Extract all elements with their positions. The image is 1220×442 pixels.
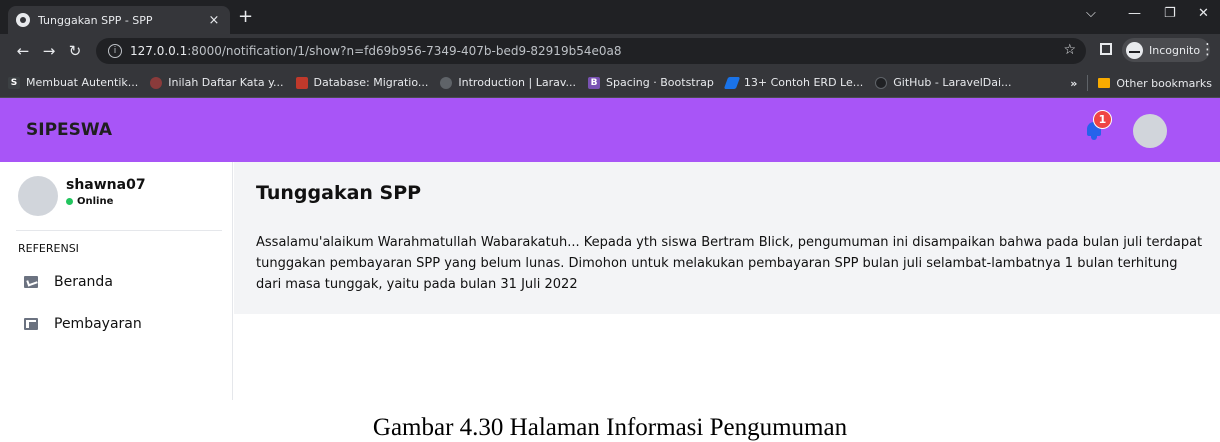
incognito-label: Incognito (1149, 43, 1201, 57)
divider (1087, 75, 1089, 91)
site-info-icon[interactable]: i (108, 44, 122, 58)
reload-icon[interactable]: ↻ (62, 42, 88, 60)
notification-message: Assalamu'alaikum Warahmatullah Wabarakat… (256, 235, 1203, 292)
forward-icon[interactable]: → (36, 42, 62, 60)
folder-icon (1098, 78, 1111, 88)
github-icon (875, 76, 888, 89)
globe-icon (16, 13, 30, 27)
more-bookmarks-button[interactable]: » (1070, 77, 1077, 90)
bookmark-item[interactable]: GitHub - LaravelDai... (875, 76, 1012, 89)
bookmark-label: GitHub - LaravelDai... (893, 76, 1012, 89)
bookmark-favicon-icon: S (8, 76, 20, 89)
presentation-chart-icon (24, 276, 38, 288)
bookmark-item[interactable]: 13+ Contoh ERD Le... (723, 76, 864, 89)
browser-window: Tunggakan SPP - SPP × + ⌵ — ❐ ✕ ← → ↻ i … (0, 0, 1220, 400)
incognito-indicator[interactable]: Incognito (1122, 38, 1211, 62)
bookmark-label: Inilah Daftar Kata y... (168, 76, 284, 89)
url-host: 127.0.0.1 (130, 44, 188, 58)
new-tab-button[interactable]: + (238, 7, 253, 27)
bookmark-favicon-icon (723, 76, 741, 89)
bookmark-item[interactable]: B Spacing · Bootstrap (588, 76, 714, 89)
browser-menu-icon[interactable]: ⋮ (1200, 40, 1215, 58)
address-toolbar: ← → ↻ i 127.0.0.1 :8000/notification/1/s… (0, 34, 1220, 68)
online-dot-icon (66, 198, 73, 205)
bookmark-item[interactable]: Database: Migratio... (295, 76, 429, 89)
globe-icon (440, 76, 453, 89)
app-page: SIPESWA 1 shawna07 Online REFERENSI Bera… (0, 98, 1220, 400)
bookmarks-bar: S Membuat Autentik... Inilah Daftar Kata… (0, 68, 1220, 98)
sidebar-item-label: Beranda (54, 274, 113, 290)
bookmark-label: Membuat Autentik... (26, 76, 139, 89)
brand-logo[interactable]: SIPESWA (26, 120, 112, 140)
bookmark-star-icon[interactable]: ☆ (1063, 42, 1076, 58)
bookmark-item[interactable]: Inilah Daftar Kata y... (150, 76, 284, 89)
bookmark-favicon-icon (150, 76, 163, 89)
divider (16, 230, 222, 231)
sidebar-item-beranda[interactable]: Beranda (24, 274, 113, 290)
tab-strip: Tunggakan SPP - SPP × + ⌵ — ❐ ✕ (0, 0, 1220, 34)
sidebar-item-pembayaran[interactable]: Pembayaran (24, 316, 142, 332)
laravel-icon (295, 76, 308, 89)
bootstrap-icon: B (588, 76, 600, 89)
browser-tab[interactable]: Tunggakan SPP - SPP × (8, 6, 230, 34)
notification-count-badge: 1 (1093, 110, 1112, 129)
bookmark-label: Spacing · Bootstrap (606, 76, 714, 89)
figure-caption: Gambar 4.30 Halaman Informasi Pengumuman (372, 414, 848, 441)
sidebar: shawna07 Online REFERENSI Beranda Pembay… (0, 162, 233, 400)
avatar[interactable] (1133, 114, 1167, 148)
notification-card: Tunggakan SPP Assalamu'alaikum Warahmatu… (234, 162, 1220, 314)
side-panel-icon[interactable] (1100, 43, 1112, 55)
page-title: Tunggakan SPP (256, 182, 422, 204)
address-bar[interactable]: i 127.0.0.1 :8000/notification/1/show?n=… (96, 38, 1086, 64)
tab-search-icon[interactable]: ⌵ (1086, 6, 1096, 21)
bookmark-label: 13+ Contoh ERD Le... (743, 76, 864, 89)
username: shawna07 (66, 177, 146, 193)
other-bookmarks[interactable]: Other bookmarks (1116, 77, 1212, 90)
bookmark-label: Introduction | Larav... (458, 76, 576, 89)
section-label: REFERENSI (18, 242, 79, 255)
incognito-icon (1126, 41, 1143, 59)
bookmark-item[interactable]: Introduction | Larav... (440, 76, 576, 89)
back-icon[interactable]: ← (10, 42, 36, 60)
bookmark-label: Database: Migratio... (313, 76, 429, 89)
user-avatar (18, 176, 58, 216)
tab-title: Tunggakan SPP - SPP (38, 13, 153, 27)
bookmark-item[interactable]: S Membuat Autentik... (8, 76, 138, 89)
top-navbar: SIPESWA 1 (0, 98, 1220, 162)
restore-icon[interactable]: ❐ (1164, 6, 1176, 21)
url-path: :8000/notification/1/show?n=fd69b956-734… (187, 44, 622, 58)
tab-close-icon[interactable]: × (206, 13, 222, 28)
bookmarks-overflow: » Other bookmarks (1070, 68, 1212, 98)
payment-icon (24, 318, 38, 330)
status-label: Online (77, 196, 114, 207)
online-status: Online (66, 196, 113, 207)
window-close-icon[interactable]: ✕ (1198, 6, 1209, 21)
sidebar-item-label: Pembayaran (54, 316, 142, 332)
minimize-icon[interactable]: — (1128, 6, 1141, 21)
